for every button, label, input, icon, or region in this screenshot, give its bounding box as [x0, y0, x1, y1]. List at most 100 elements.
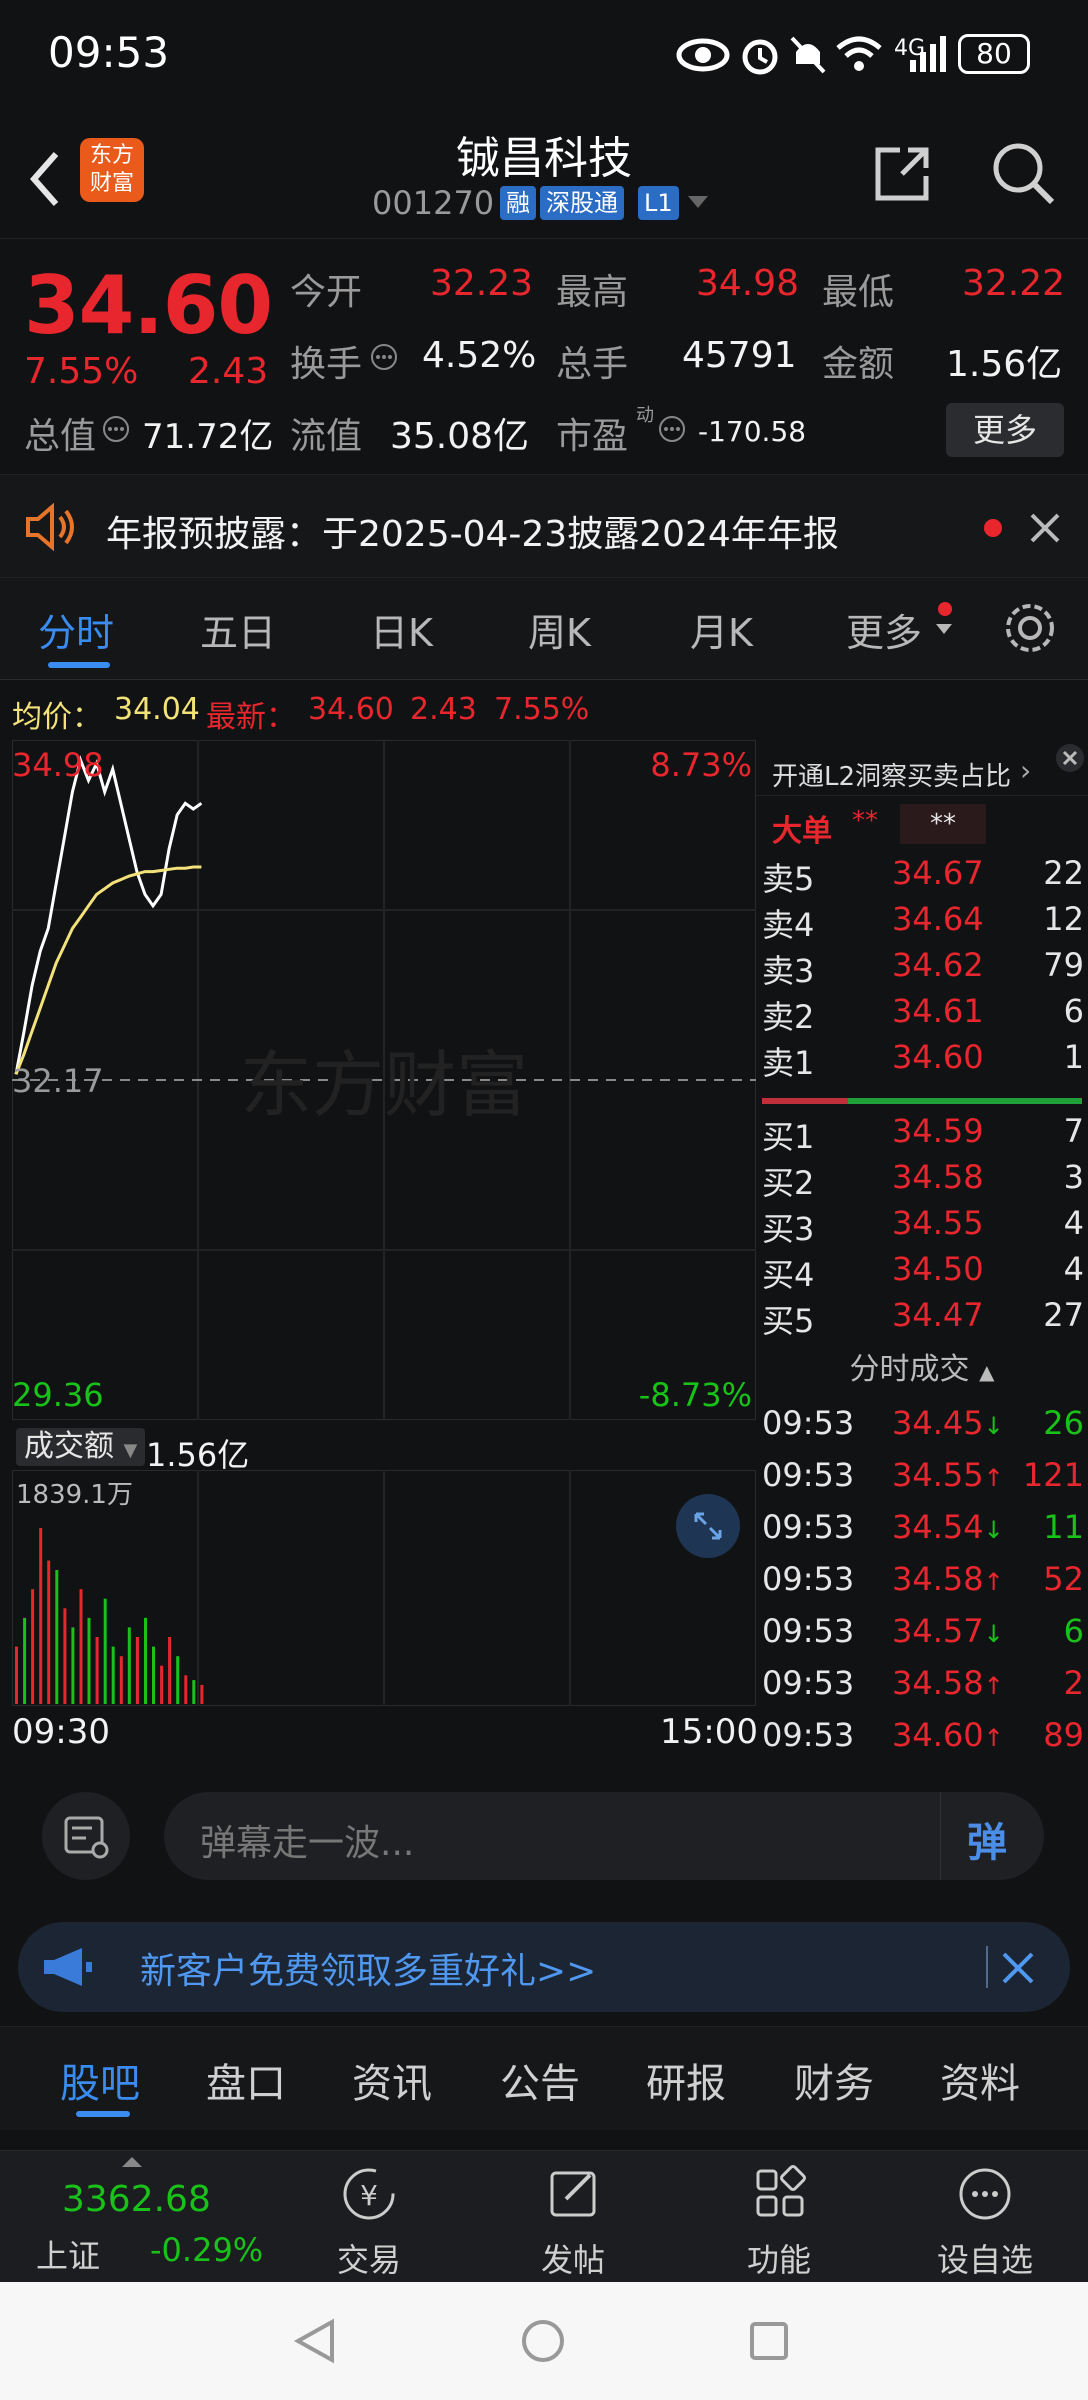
high-value: 34.98 [696, 263, 800, 304]
volume-bar [63, 1608, 67, 1704]
pe-label: 市盈 [556, 416, 629, 457]
turnover-value: 4.52% [422, 335, 537, 376]
intraday-chart[interactable]: 东方财富 34.98 8.73% 32.17 29.36 -8.73% [11, 739, 757, 1421]
tab-research[interactable]: 研报 [646, 2051, 726, 2109]
status-time: 09:53 [48, 28, 170, 77]
trade-volume: 26 [1043, 1404, 1084, 1442]
volume-label: 总手 [556, 344, 629, 385]
tab-forum[interactable]: 股吧 [60, 2051, 140, 2109]
trade-time: 09:53 [762, 1716, 855, 1754]
close-icon[interactable] [1054, 742, 1086, 774]
bottom-nav: 3362.68 上证 -0.29% ¥ 交易 发帖 功能 设自选 [0, 2150, 1088, 2282]
chart-tabs: 分时 五日 日K 周K 月K 更多 [0, 578, 1088, 680]
float-value: 35.08亿 [390, 416, 530, 457]
bid-row: 买5 34.47 27 [756, 1296, 1088, 1342]
recents-square-icon[interactable] [748, 2320, 790, 2362]
trade-direction-icon: ↑ [983, 1672, 1004, 1700]
l2-banner[interactable]: 开通L2洞察买卖占比 › [756, 740, 1088, 796]
trade-price: 34.58↑ [892, 1664, 1004, 1702]
grid-icon [756, 2165, 806, 2217]
tag-level1[interactable]: L1 [638, 186, 679, 220]
bid-level: 买4 [762, 1256, 815, 1294]
volume-bar [71, 1627, 75, 1704]
tab-more[interactable]: 更多 [846, 602, 922, 657]
chevron-down-icon[interactable] [688, 196, 708, 210]
nav-post[interactable]: 发帖 [508, 2163, 638, 2281]
close-icon[interactable] [1000, 1950, 1036, 1986]
ask-price: 34.61 [892, 992, 984, 1030]
notice-bar[interactable]: 年报预披露：于2025-04-23披露2024年年报 [0, 474, 1088, 578]
stock-name: 铖昌科技 [456, 133, 632, 184]
pe-value: -170.58 [698, 415, 807, 448]
promo-banner[interactable]: 新客户免费领取多重好礼>> [18, 1922, 1070, 2012]
nav-watchlist[interactable]: 设自选 [920, 2163, 1050, 2281]
trade-volume: 121 [1022, 1456, 1084, 1494]
ask-level: 卖5 [762, 860, 815, 898]
info-icon[interactable] [102, 415, 130, 443]
nav-functions[interactable]: 功能 [714, 2163, 844, 2281]
x-axis-start-time: 09:30 [12, 1712, 110, 1752]
ask-row: 卖1 34.60 1 [756, 1038, 1088, 1084]
back-triangle-icon[interactable] [292, 2318, 338, 2364]
tab-financials[interactable]: 财务 [794, 2051, 874, 2109]
volume-bar [95, 1637, 99, 1704]
tab-orderbook[interactable]: 盘口 [206, 2051, 286, 2109]
tab-weekly-k[interactable]: 周K [528, 602, 591, 657]
tab-news[interactable]: 资讯 [352, 2051, 432, 2109]
volume-type-selector[interactable]: 成交额 ▼ [16, 1428, 146, 1466]
share-icon[interactable] [870, 142, 934, 206]
bid-row: 买3 34.55 4 [756, 1204, 1088, 1250]
more-button[interactable]: 更多 [946, 403, 1064, 457]
trade-price: 34.60↑ [892, 1716, 1004, 1754]
avg-series-line [14, 865, 202, 1075]
volume-bar [87, 1617, 91, 1704]
trade-time: 09:53 [762, 1508, 855, 1546]
low-value: 32.22 [962, 263, 1066, 304]
tab-monthly-k[interactable]: 月K [690, 602, 753, 657]
turnover-label: 换手 [290, 344, 363, 385]
close-icon[interactable] [1028, 511, 1062, 545]
trades-header[interactable]: 分时成交 ▲ [756, 1344, 1088, 1388]
trade-price: 34.45↓ [892, 1404, 1004, 1442]
y-axis-bottom-price: 29.36 [12, 1376, 104, 1414]
nav-trade[interactable]: ¥ 交易 [304, 2163, 434, 2281]
wifi-icon [836, 36, 882, 71]
search-icon[interactable] [988, 138, 1058, 208]
tab-announcements[interactable]: 公告 [500, 2051, 580, 2109]
status-bar: 09:53 4G 80 [0, 0, 1088, 110]
trade-time: 09:53 [762, 1560, 855, 1598]
current-price: 34.60 [24, 259, 273, 352]
notice-text: 年报预披露：于2025-04-23披露2024年年报 [106, 514, 839, 555]
danmu-settings-icon[interactable] [42, 1792, 130, 1880]
tab-five-day[interactable]: 五日 [200, 602, 276, 657]
tab-daily-k[interactable]: 日K [370, 602, 433, 657]
tab-intraday[interactable]: 分时 [38, 602, 114, 657]
bid-volume: 3 [1063, 1158, 1084, 1196]
trade-row: 09:53 34.57↓ 6 [756, 1612, 1088, 1664]
more-dots-icon [959, 2168, 1011, 2220]
settings-gear-icon[interactable] [1002, 600, 1058, 656]
info-icon[interactable] [658, 415, 686, 443]
home-circle-icon[interactable] [520, 2318, 566, 2364]
volume-chart[interactable]: 1839.1万 [11, 1469, 757, 1707]
volume-header: 成交额 ▼ 1.56亿 [12, 1424, 756, 1474]
l2-banner-text: 开通L2洞察买卖占比 [772, 762, 1012, 792]
danmu-send-label: 弹 [967, 1820, 1007, 1866]
ask-level: 卖1 [762, 1044, 815, 1082]
expand-icon[interactable] [676, 1494, 740, 1558]
tab-profile[interactable]: 资料 [940, 2051, 1020, 2109]
battery-icon: 80 [958, 34, 1030, 74]
ask-volume: 1 [1063, 1038, 1084, 1076]
index-ticker[interactable]: 3362.68 上证 -0.29% [0, 2151, 290, 2283]
trade-time: 09:53 [762, 1404, 855, 1442]
back-arrow-icon[interactable] [20, 144, 70, 214]
alarm-icon [742, 39, 778, 75]
danmu-send-button[interactable]: 弹 [940, 1792, 1044, 1880]
latest-change: 2.43 [410, 692, 477, 727]
app-logo[interactable]: 东方 财富 [80, 138, 144, 202]
trades-label: 分时成交 [849, 1352, 970, 1387]
volume-bar [55, 1570, 59, 1704]
info-icon[interactable] [370, 343, 398, 371]
chevron-down-icon[interactable] [936, 624, 952, 636]
danmu-input[interactable]: 弹幕走一波... 弹 [164, 1792, 1044, 1880]
